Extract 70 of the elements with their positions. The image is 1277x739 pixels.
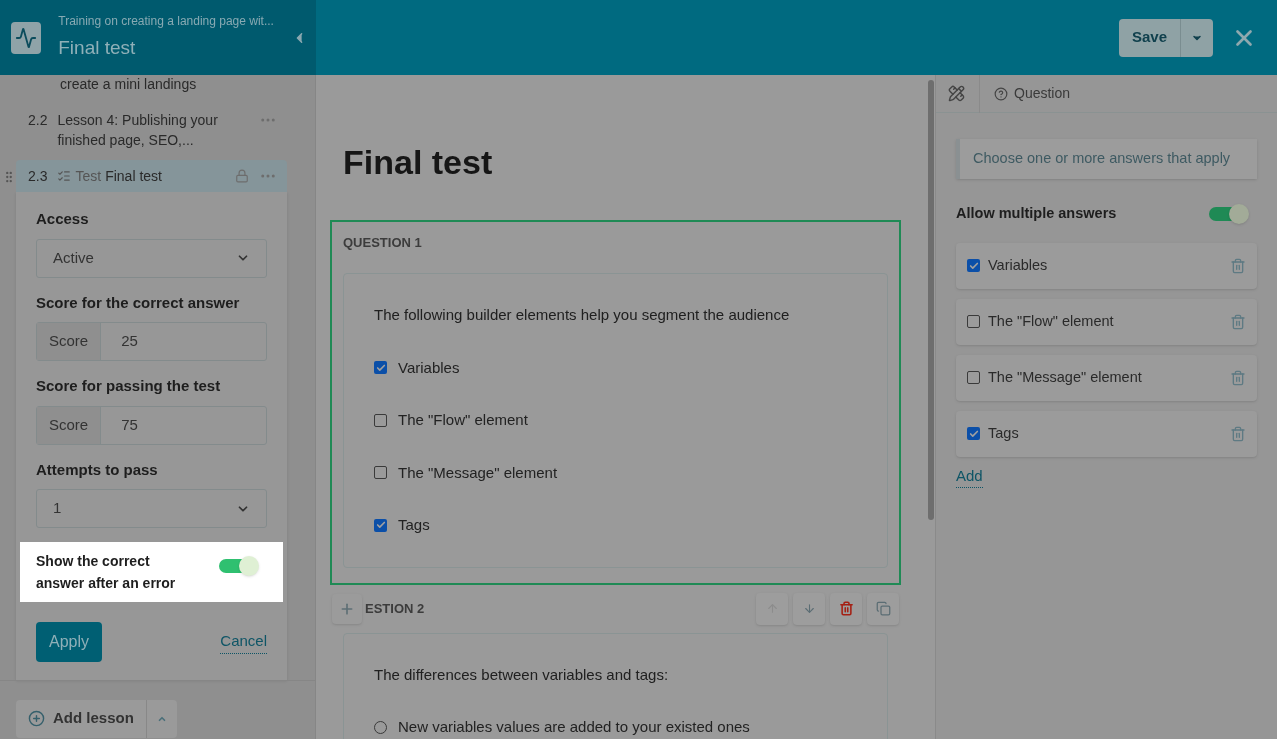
option-label: New variables values are added to your existed ones xyxy=(398,717,750,737)
page-title: Final test xyxy=(58,36,137,61)
lesson-type: Test xyxy=(75,167,102,186)
field-label: Attempts to pass xyxy=(36,459,159,480)
copy-icon xyxy=(875,601,891,616)
apply-button[interactable]: Apply xyxy=(36,622,103,662)
option-label: Variables xyxy=(398,357,460,378)
answer-label: The "Flow" element xyxy=(988,311,1115,331)
checkbox[interactable] xyxy=(967,427,980,440)
score-field[interactable]: Score 75 xyxy=(36,405,267,445)
question-icon xyxy=(994,86,1008,101)
question-label: QUESTION 1 xyxy=(343,234,422,252)
lesson-number: 2.2 xyxy=(28,111,48,130)
field-label: Access xyxy=(36,209,90,229)
option-label: The "Message" element xyxy=(398,462,558,483)
field-label: Score for the correct answer xyxy=(36,292,241,313)
lesson-title: Final test xyxy=(105,167,162,186)
question-text: The following builder elements help you segment the audience xyxy=(374,305,791,325)
score-value: 25 xyxy=(120,331,139,352)
pencil-ruler-icon[interactable] xyxy=(948,85,965,102)
select-field[interactable]: Active xyxy=(36,238,267,278)
lesson-title: create a mini landings xyxy=(60,76,197,92)
toggle-label: Show the correct answer after an error xyxy=(36,552,177,593)
test-icon xyxy=(57,169,72,183)
arrow-down-icon xyxy=(802,602,816,615)
question-block[interactable]: QUESTION 1 The following builder elements help you segment the audience Variables The "Flow" element The "Message" element Tags xyxy=(330,220,901,585)
lesson-number: 2.3 xyxy=(28,167,48,186)
checkbox[interactable] xyxy=(374,466,387,480)
add-button[interactable] xyxy=(332,593,362,624)
delete-button[interactable] xyxy=(830,592,862,625)
lesson-item[interactable]: 2.2 Lesson 4: Publishing your finished page, SEO,... xyxy=(16,104,287,156)
hint-box: Choose one or more answers that apply xyxy=(956,139,1257,179)
checkbox[interactable] xyxy=(374,518,387,532)
trash-icon xyxy=(838,601,854,616)
move-down-button[interactable] xyxy=(793,592,825,625)
question-label: ESTION 2 xyxy=(365,599,425,618)
toggle-switch[interactable] xyxy=(1209,206,1247,221)
delete-icon[interactable] xyxy=(1230,369,1246,386)
delete-icon[interactable] xyxy=(1230,257,1246,274)
answer-label: Tags xyxy=(988,423,1020,443)
add-link[interactable]: Add xyxy=(956,464,983,488)
delete-icon[interactable] xyxy=(1230,313,1246,330)
option-label: The "Flow" element xyxy=(398,410,528,430)
field-label: Score for passing the test xyxy=(36,376,222,396)
checkbox[interactable] xyxy=(967,315,980,328)
checkbox[interactable] xyxy=(967,259,980,272)
field-prefix: Score xyxy=(37,406,102,444)
question-text: The differences between variables and tags: xyxy=(374,664,670,685)
checkbox[interactable] xyxy=(374,413,387,427)
answer-label: Variables xyxy=(988,255,1049,275)
toggle-switch[interactable] xyxy=(219,559,257,573)
delete-icon[interactable] xyxy=(1230,425,1246,442)
cancel-link[interactable]: Cancel xyxy=(220,630,267,654)
pulse-logo-icon xyxy=(11,21,42,54)
score-field[interactable]: Score 25 xyxy=(36,322,267,361)
score-value: 75 xyxy=(120,414,139,435)
question-block[interactable]: ESTION 2 The differences between variables and tags: New variables values are added to your existed ones xyxy=(330,584,901,739)
toggle-label: Allow multiple answers xyxy=(956,203,1117,223)
checkbox[interactable] xyxy=(967,371,980,384)
lesson-title: Lesson 4: Publishing your finished page, SEO,... xyxy=(57,111,219,150)
plus-circle-icon xyxy=(28,710,45,727)
course-title: Training on creating a landing page wit... xyxy=(58,13,274,31)
checkbox[interactable] xyxy=(374,361,387,375)
field-prefix: Score xyxy=(37,323,102,360)
duplicate-button[interactable] xyxy=(867,592,899,625)
test-title: Final test xyxy=(342,142,494,183)
option-label: Tags xyxy=(398,515,430,535)
answer-label: The "Message" element xyxy=(988,367,1143,387)
breadcrumb-label: Question xyxy=(1014,84,1071,103)
select-field[interactable]: 1 xyxy=(36,489,267,528)
